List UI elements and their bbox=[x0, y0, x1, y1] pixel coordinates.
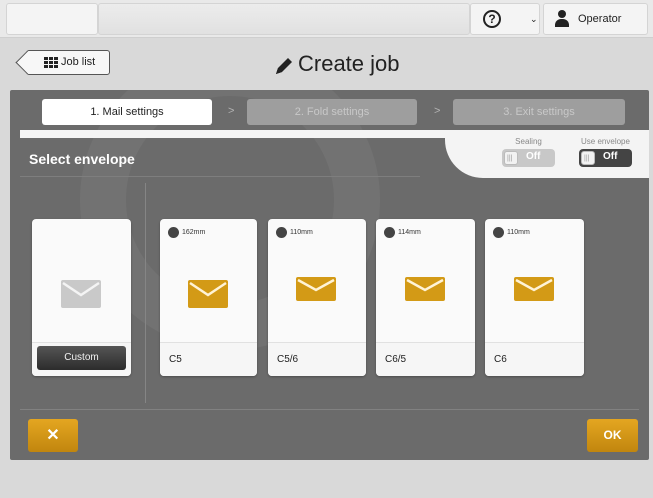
card-footer: C6/5 bbox=[376, 342, 475, 376]
custom-envelope-card[interactable]: Custom bbox=[32, 219, 131, 376]
envelope-size-icon bbox=[493, 227, 504, 238]
toggle-area: Sealing Off Use envelope Off bbox=[445, 130, 649, 178]
step-mail-settings[interactable]: 1. Mail settings bbox=[42, 99, 212, 125]
section-title: Select envelope bbox=[29, 151, 135, 167]
envelope-icon bbox=[296, 277, 336, 305]
pencil-icon bbox=[273, 55, 295, 77]
envelope-icon bbox=[61, 280, 101, 308]
step-exit-settings[interactable]: 3. Exit settings bbox=[453, 99, 625, 125]
envelope-size: 114mm bbox=[398, 229, 421, 236]
custom-button[interactable]: Custom bbox=[37, 346, 126, 370]
sealing-state: Off bbox=[526, 151, 541, 162]
use-envelope-state: Off bbox=[603, 151, 618, 162]
job-list-back-button[interactable]: Job list bbox=[26, 50, 110, 75]
envelope-icon bbox=[405, 277, 445, 305]
toggle-knob bbox=[504, 151, 518, 165]
chevron-down-icon[interactable]: ⌄ bbox=[530, 14, 538, 25]
ok-button[interactable]: OK bbox=[587, 419, 638, 452]
operator-label[interactable]: Operator bbox=[578, 13, 621, 25]
envelope-name: C6 bbox=[494, 354, 507, 365]
job-list-label: Job list bbox=[61, 56, 96, 68]
envelope-size: 110mm bbox=[290, 229, 313, 236]
envelope-icon bbox=[514, 277, 554, 305]
envelope-size: 110mm bbox=[507, 229, 530, 236]
envelope-size: 162mm bbox=[182, 229, 206, 236]
cancel-button[interactable]: ✕ bbox=[28, 419, 78, 452]
card-footer: C5/6 bbox=[268, 342, 366, 376]
envelope-size-icon bbox=[384, 227, 395, 238]
envelope-card-c6[interactable]: 110mm C6 bbox=[485, 219, 584, 376]
use-envelope-toggle[interactable]: Off bbox=[579, 149, 632, 167]
user-icon bbox=[555, 10, 569, 28]
card-footer: C5 bbox=[160, 342, 257, 376]
envelope-card-c5-6[interactable]: 110mm C5/6 bbox=[268, 219, 366, 376]
sealing-toggle[interactable]: Off bbox=[502, 149, 555, 167]
divider bbox=[20, 409, 639, 410]
step-fold-settings[interactable]: 2. Fold settings bbox=[247, 99, 417, 125]
sealing-label: Sealing bbox=[515, 137, 542, 146]
envelope-name: C5 bbox=[169, 354, 182, 365]
divider bbox=[145, 183, 146, 403]
top-bar-segment bbox=[6, 3, 98, 35]
use-envelope-label: Use envelope bbox=[581, 137, 630, 146]
toggle-knob bbox=[581, 151, 595, 165]
envelope-size-icon bbox=[276, 227, 287, 238]
divider bbox=[20, 176, 420, 177]
question-circle-icon[interactable]: ? bbox=[483, 10, 501, 28]
envelope-card-c6-5[interactable]: 114mm C6/5 bbox=[376, 219, 475, 376]
step-separator-icon: > bbox=[434, 105, 441, 117]
envelope-header: Sealing Off Use envelope Off Select enve… bbox=[20, 130, 649, 180]
card-footer: Custom bbox=[32, 342, 131, 376]
envelope-name: C5/6 bbox=[277, 354, 299, 365]
envelope-icon bbox=[188, 280, 228, 308]
envelope-size-icon bbox=[168, 227, 179, 238]
wizard-steps: 1. Mail settings > 2. Fold settings > 3.… bbox=[10, 95, 649, 129]
grid-icon bbox=[44, 57, 58, 68]
sealing-toggle-group: Sealing Off bbox=[502, 137, 555, 167]
step-separator-icon: > bbox=[228, 105, 235, 117]
envelope-name: C6/5 bbox=[385, 354, 407, 365]
use-envelope-toggle-group: Use envelope Off bbox=[579, 137, 632, 167]
page-title: Create job bbox=[298, 51, 400, 76]
envelope-card-c5[interactable]: 162mm C5 bbox=[160, 219, 257, 376]
title-bar: Job list Create job bbox=[10, 38, 649, 90]
top-bar-status-area bbox=[98, 3, 470, 35]
card-footer: C6 bbox=[485, 342, 584, 376]
